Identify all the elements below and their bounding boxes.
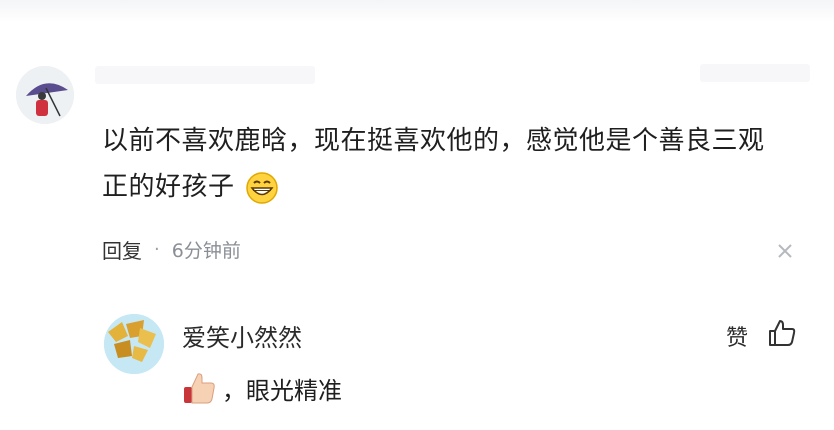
- grinning-face-icon: [246, 171, 279, 204]
- top-edge: [0, 0, 834, 22]
- reply-username[interactable]: 爱笑小然然: [182, 318, 302, 353]
- reply-button[interactable]: 回复: [102, 235, 142, 264]
- close-icon[interactable]: [772, 238, 798, 264]
- comment-meta: 回复 · 6分钟前: [102, 234, 241, 264]
- comment-body: 以前不喜欢鹿晗，现在挺喜欢他的，感觉他是个善良三观 正的好孩子: [102, 118, 792, 210]
- meta-separator: ·: [154, 238, 160, 260]
- header-blurred-area: [700, 64, 810, 82]
- umbrella-avatar-icon: [16, 66, 74, 124]
- thumbs-up-emoji-icon: [184, 373, 215, 404]
- like-label[interactable]: 赞: [726, 320, 748, 352]
- reply-text: ，眼光精准: [222, 376, 342, 405]
- reply-body: ，眼光精准: [182, 366, 342, 410]
- comment-time: 6分钟前: [171, 239, 241, 262]
- commenter-avatar[interactable]: [16, 66, 74, 124]
- thumbs-up-outline-icon[interactable]: [766, 317, 798, 349]
- leaves-avatar-icon: [104, 314, 164, 374]
- comment-line-2: 正的好孩子: [102, 164, 792, 210]
- reply-user-avatar[interactable]: [104, 314, 164, 374]
- comment-line-2-text: 正的好孩子: [102, 172, 235, 202]
- commenter-name-blurred: [95, 66, 315, 84]
- comment-line-1: 以前不喜欢鹿晗，现在挺喜欢他的，感觉他是个善良三观: [102, 126, 765, 156]
